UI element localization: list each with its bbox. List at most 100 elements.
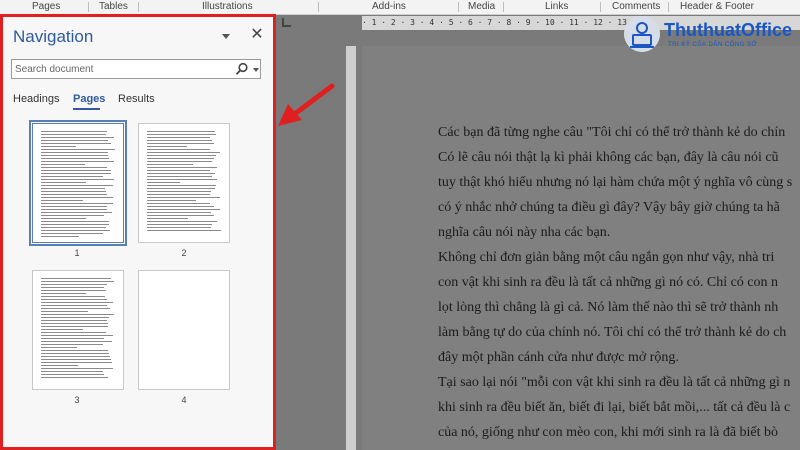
thumbnail-text-line: [41, 137, 114, 138]
thumbnail-text-line: [147, 170, 210, 171]
thumbnail-text-line: [41, 296, 105, 297]
thumbnail-text-line: [41, 224, 109, 225]
thumbnail-text-line: [41, 236, 79, 237]
thumbnail-text-line: [147, 176, 212, 177]
thumbnail-text-line: [41, 167, 107, 168]
thumbnail-text-line: [41, 140, 108, 141]
red-arrow-annotation: [278, 83, 335, 126]
thumbnail-text-line: [41, 338, 104, 339]
thumbnail-text-line: [41, 335, 113, 336]
thumbnail-text-line: [41, 215, 104, 216]
thumbnail-text-line: [147, 134, 216, 135]
thuthuatoffice-logo: ThuthuatOffice TRI KỶ CỦA DÂN CÔNG SỞ: [616, 12, 800, 58]
page-number-label: 4: [181, 395, 187, 405]
search-icon[interactable]: [235, 62, 249, 76]
page-thumbnail-4[interactable]: [138, 270, 230, 390]
thumbnail-text-line: [41, 374, 104, 375]
thumbnail-text-line: [41, 347, 77, 348]
tab-headings[interactable]: Headings: [13, 93, 59, 105]
thumbnail-text-line: [147, 197, 220, 198]
thumbnail-text-line: [147, 167, 217, 168]
thumbnail-text-line: [147, 161, 212, 162]
ribbon-group-media: Media: [468, 1, 496, 12]
thumbnail-text-line: [41, 359, 111, 360]
thumbnail-text-line: [41, 377, 108, 378]
ribbon-group-links: Links: [545, 1, 569, 12]
ribbon-group-tables: Tables: [99, 1, 128, 12]
thumbnail-text-line: [147, 188, 215, 189]
thumbnail-text-line: [147, 131, 215, 132]
thumbnail-text-line: [41, 134, 106, 135]
search-options-chevron-down-icon[interactable]: [253, 68, 259, 72]
ribbon-group-illustrations: Illustrations: [202, 1, 253, 12]
thumbnail-text-line: [147, 227, 211, 228]
thumbnail-text-line: [147, 209, 220, 210]
thumbnail-text-line: [41, 233, 103, 234]
thumbnail-text-line: [41, 155, 108, 156]
thumbnail-text-line: [41, 194, 107, 195]
thumbnail-text-line: [41, 131, 107, 132]
thumbnail-text-line: [41, 191, 106, 192]
thumbnail-text-line: [41, 302, 113, 303]
ribbon-group-pages: Pages: [32, 1, 61, 12]
thumbnail-text-line: [41, 278, 111, 279]
thumbnail-text-line: [147, 224, 212, 225]
thumbnail-text-line: [41, 365, 78, 366]
ribbon-separator: [318, 2, 319, 12]
thumbnail-text-line: [41, 158, 109, 159]
ribbon-separator: [668, 2, 669, 12]
thumbnail-text-line: [41, 308, 110, 309]
logo-name: ThuthuatOffice: [664, 20, 792, 40]
ribbon-group-addins: Add-ins: [372, 1, 406, 12]
navigation-title: Navigation: [13, 27, 94, 46]
thumbnail-text-line: [147, 191, 211, 192]
tab-results[interactable]: Results: [118, 93, 155, 105]
tab-pages[interactable]: Pages: [73, 93, 105, 105]
thumbnail-text-line: [147, 215, 214, 216]
thumbnail-text-line: [147, 212, 211, 213]
thumbnail-text-line: [41, 353, 109, 354]
thumbnail-text-line: [147, 143, 214, 144]
thumbnail-text-line: [147, 203, 210, 204]
vertical-ruler[interactable]: [346, 46, 356, 450]
ribbon-separator: [600, 2, 601, 12]
page-number-label: 3: [74, 395, 80, 405]
thumbnail-text-line: [41, 206, 107, 207]
page-thumbnail-1[interactable]: [29, 120, 127, 246]
thumbnail-text-line: [41, 227, 106, 228]
thumbnail-text-line: [147, 149, 210, 150]
thumbnail-text-line: [41, 209, 107, 210]
page-thumbnail-2[interactable]: [138, 123, 230, 243]
thumbnail-text-line: [41, 182, 86, 183]
ribbon-separator: [138, 2, 139, 12]
thumbnail-text-line: [147, 146, 187, 147]
thumbnail-text-line: [41, 368, 113, 369]
thumbnail-text-line: [147, 173, 215, 174]
thumbnail-text-line: [41, 326, 108, 327]
pane-options-chevron-down-icon[interactable]: [222, 34, 230, 39]
thumbnail-text-line: [41, 185, 113, 186]
thumbnail-text-line: [41, 164, 85, 165]
thumbnail-text-line: [41, 149, 115, 150]
thumbnail-text-line: [41, 218, 86, 219]
page-number-label: 1: [74, 248, 80, 258]
thumbnail-text-line: [147, 179, 217, 180]
thumbnail-text-line: [41, 341, 112, 342]
thumbnail-text-line: [41, 311, 88, 312]
thumbnail-text-line: [41, 161, 114, 162]
thumbnail-text-line: [147, 185, 216, 186]
page-thumbnail-3[interactable]: [32, 270, 124, 390]
search-input[interactable]: [15, 62, 225, 76]
thumbnail-text-line: [41, 356, 110, 357]
ribbon-separator: [458, 2, 459, 12]
thumbnail-text-line: [41, 197, 113, 198]
thumbnail-text-line: [147, 164, 193, 165]
thumbnail-text-line: [41, 143, 111, 144]
document-body[interactable]: Các bạn đã từng nghe câu "Tôi chỉ có thể…: [438, 120, 800, 445]
thumbnail-text-line: [147, 206, 214, 207]
tab-stop-selector[interactable]: [282, 18, 291, 27]
close-icon[interactable]: ✕: [249, 26, 265, 44]
thumbnail-text-line: [41, 152, 108, 153]
thumbnail-text-line: [41, 329, 83, 330]
thumbnail-text-line: [147, 155, 216, 156]
